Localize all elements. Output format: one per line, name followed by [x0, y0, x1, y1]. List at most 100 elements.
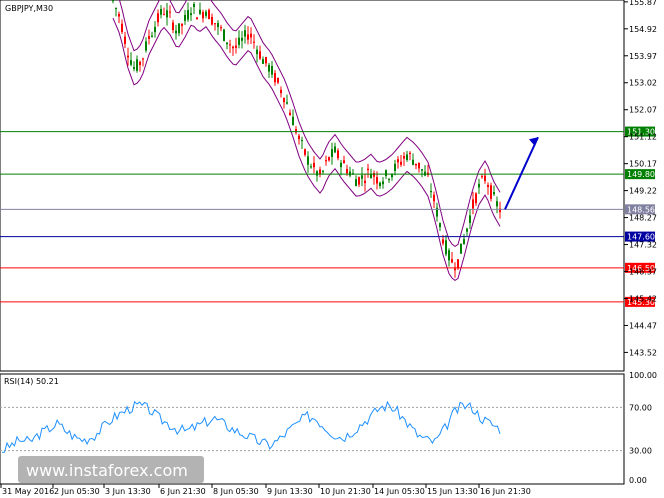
candle-body — [475, 193, 477, 204]
candle-body — [154, 26, 156, 33]
candle-body — [361, 175, 363, 179]
candle-body — [433, 194, 435, 202]
price-tick-label: 148.27 — [629, 214, 657, 223]
candle-body — [325, 160, 327, 162]
candle-body — [226, 42, 228, 45]
candle-body — [136, 59, 138, 71]
candle-body — [481, 176, 483, 178]
candle-body — [259, 51, 261, 59]
candle-body — [292, 116, 294, 126]
candle-body — [337, 150, 339, 159]
price-tick-label: 144.47 — [629, 321, 657, 330]
candle-body — [163, 13, 165, 15]
candle-body — [160, 9, 162, 15]
price-tick-label: 146.37 — [629, 268, 657, 277]
rsi-tick-label: 100.00 — [629, 371, 657, 380]
candle-body — [121, 23, 123, 33]
candle-body — [313, 162, 315, 168]
price-tick-label: 153.02 — [629, 79, 657, 88]
candle-body — [169, 11, 171, 13]
candle-body — [412, 159, 414, 165]
candle-body — [283, 97, 285, 103]
candle-body — [463, 239, 465, 244]
candle-body — [115, 8, 117, 10]
candle-body — [178, 23, 180, 34]
candle-body — [148, 36, 150, 39]
candle-body — [373, 173, 375, 177]
time-tick-label: 3 Jun 13:30 — [105, 487, 151, 496]
candle-body — [130, 60, 132, 65]
candle-body — [451, 259, 453, 263]
candle-body — [280, 89, 282, 94]
time-axis: 31 May 2016 2 Jun 05:30 3 Jun 13:30 6 Jun 2… — [0, 484, 531, 496]
candle-body — [457, 259, 459, 269]
price-tick-label: 143.52 — [629, 348, 657, 357]
price-tick-label: 151.12 — [629, 133, 657, 142]
candle-body — [487, 185, 489, 188]
price-tick-label: 147.32 — [629, 241, 657, 250]
candle-body — [265, 57, 267, 64]
candle-body — [250, 33, 252, 38]
candle-body — [322, 170, 324, 172]
candle-body — [244, 30, 246, 37]
candle-body — [307, 156, 309, 165]
candle-body — [241, 37, 243, 41]
candle-body — [112, 0, 114, 2]
candle-body — [439, 223, 441, 228]
time-tick-label: 10 Jun 21:30 — [320, 487, 371, 496]
candle-body — [175, 30, 177, 34]
candle-body — [310, 166, 312, 168]
candle-body — [151, 35, 153, 37]
candle-body — [403, 156, 405, 159]
candle-body — [181, 23, 183, 26]
candle-body — [247, 34, 249, 40]
candle-body — [184, 14, 186, 21]
candle-body — [253, 41, 255, 43]
price-title-box: GBPJPY,M30 — [5, 4, 53, 13]
candle-body — [496, 201, 498, 207]
candle-body — [205, 11, 207, 16]
candle-body — [379, 182, 381, 187]
level-label: 149.80 — [627, 170, 655, 179]
time-tick-label: 2 Jun 05:30 — [54, 487, 100, 496]
candle-body — [133, 67, 135, 69]
rsi-axis: 100.00 70.00 30.00 0.00 — [629, 371, 657, 485]
candle-body — [214, 23, 216, 25]
price-title: GBPJPY,M30 — [5, 4, 53, 13]
candle-body — [460, 243, 462, 254]
candle-body — [382, 181, 384, 185]
candle-body — [343, 160, 345, 164]
candle-body — [235, 45, 237, 48]
candle-body — [376, 177, 378, 184]
candle-body — [193, 4, 195, 7]
rsi-title: RSI(14) 50.21 — [4, 377, 59, 386]
time-tick-label: 31 May 2016 — [2, 487, 54, 496]
price-tick-label: 150.17 — [629, 160, 657, 169]
candle-body — [346, 168, 348, 174]
candle-body — [256, 49, 258, 55]
candle-body — [172, 22, 174, 31]
candle-body — [268, 64, 270, 72]
candle-body — [478, 183, 480, 188]
candle-body — [472, 199, 474, 209]
time-tick-label: 14 Jun 05:30 — [374, 487, 425, 496]
candle-body — [334, 146, 336, 153]
candle-body — [238, 37, 240, 45]
candle-body — [400, 161, 402, 165]
candle-body — [415, 163, 417, 166]
candle-body — [358, 177, 360, 185]
price-tick-label: 154.92 — [629, 25, 657, 34]
candle-body — [364, 180, 366, 184]
candle-body — [349, 171, 351, 176]
candle-body — [202, 12, 204, 19]
candle-body — [190, 13, 192, 16]
candle-body — [262, 59, 264, 64]
candle-body — [277, 78, 279, 83]
candle-body — [493, 192, 495, 195]
candle-body — [397, 159, 399, 163]
candle-body — [340, 162, 342, 168]
candle-body — [406, 154, 408, 160]
candle-body — [211, 16, 213, 25]
time-tick-label: 8 Jun 05:30 — [213, 487, 259, 496]
candle-body — [157, 13, 159, 23]
